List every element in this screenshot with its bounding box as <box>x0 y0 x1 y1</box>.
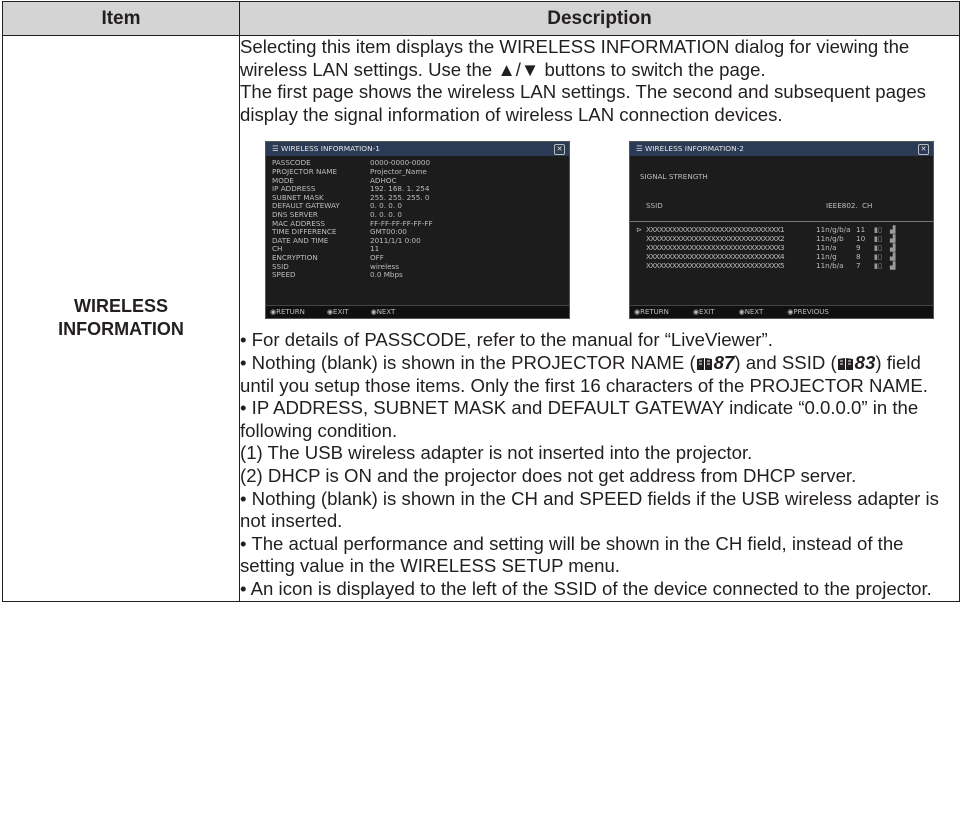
table-row: WIRELESS INFORMATION Selecting this item… <box>2 35 960 602</box>
header-row: Item Description <box>2 1 960 36</box>
osd-return: ◉RETURN <box>634 308 669 317</box>
osd-title-bar: ☰ WIRELESS INFORMATION-2 ✕ <box>630 142 933 157</box>
note-ip-address: • IP ADDRESS, SUBNET MASK and DEFAULT GA… <box>240 397 919 441</box>
osd-wireless-information-2: ☰ WIRELESS INFORMATION-2 ✕ SIGNAL STRENG… <box>629 141 934 320</box>
list-item: XXXXXXXXXXXXXXXXXXXXXXXXXXXXXXX3 11n/a 9… <box>630 243 933 252</box>
osd-value: Projector_Name <box>370 166 427 176</box>
note-projector-name: • Nothing (blank) is shown in the PROJEC… <box>240 351 928 396</box>
osd-next: ◉NEXT <box>738 308 764 317</box>
page-ref-87: 87 <box>713 351 735 373</box>
description-cell: Selecting this item displays the WIRELES… <box>239 35 960 602</box>
osd-title: WIRELESS INFORMATION-2 <box>644 144 744 154</box>
signal-bars-icon: ▮▯ <box>874 260 882 270</box>
connected-icon: ⊳ <box>636 224 643 234</box>
item-name-line1: WIRELESS <box>73 296 168 317</box>
signal-level-icon: ▟ <box>890 233 896 243</box>
osd-exit: ◉EXIT <box>692 308 715 317</box>
signal-level-icon: ▟ <box>890 224 896 234</box>
list-item: ⊳ XXXXXXXXXXXXXXXXXXXXXXXXXXXXXXX1 11n/g… <box>630 225 933 234</box>
col-ssid: SSID <box>646 200 663 210</box>
note-ch-speed: • Nothing (blank) is shown in the CH and… <box>240 487 939 532</box>
note-condition-2: (2) DHCP is ON and the projector does no… <box>240 464 857 486</box>
list-item: XXXXXXXXXXXXXXXXXXXXXXXXXXXXXXX5 11n/b/a… <box>630 261 933 270</box>
col-ieee: IEEE802. <box>826 200 858 210</box>
osd-title-bar: ☰ WIRELESS INFORMATION-1 ✕ <box>266 142 569 157</box>
osd-previous: ◉PREVIOUS <box>787 308 829 317</box>
signal-level-icon: ▟ <box>890 242 896 252</box>
list-item: XXXXXXXXXXXXXXXXXXXXXXXXXXXXXXX4 11n/g 8… <box>630 252 933 261</box>
osd-wireless-information-1: ☰ WIRELESS INFORMATION-1 ✕ PASSCODE 0000-… <box>265 141 570 320</box>
signal-level-icon: ▟ <box>890 260 896 270</box>
manual-table: Item Description WIRELESS INFORMATION Se… <box>2 1 960 602</box>
header-item: Item <box>2 1 240 36</box>
signal-level-icon: ▟ <box>890 251 896 261</box>
osd-value: 2011/1/1 0:00 <box>370 235 421 245</box>
signal-strength-label: SIGNAL STRENGTH <box>640 172 708 182</box>
osd-menu-icon: ☰ <box>636 144 645 154</box>
osd-key: DATE AND TIME <box>272 235 329 245</box>
close-icon: ✕ <box>918 144 929 156</box>
osd-footer: ◉RETURN ◉EXIT ◉NEXT ◉PREVIOUS <box>630 305 933 319</box>
signal-table-header: SSID IEEE802. CH <box>630 193 933 222</box>
close-icon: ✕ <box>554 144 565 156</box>
note-condition-1: (1) The USB wireless adapter is not inse… <box>240 442 753 464</box>
osd-exit: ◉EXIT <box>326 308 349 317</box>
book-icon <box>696 357 712 370</box>
page-ref-83: 83 <box>854 351 876 373</box>
signal-bars-icon: ▮▯ <box>874 251 882 261</box>
item-cell: WIRELESS INFORMATION <box>2 35 240 602</box>
osd-value: 0.0 Mbps <box>370 270 403 280</box>
list-item: XXXXXXXXXXXXXXXXXXXXXXXXXXXXXXX2 11n/g/b… <box>630 234 933 243</box>
osd-key: SPEED <box>272 270 296 280</box>
screenshots: ☰ WIRELESS INFORMATION-1 ✕ PASSCODE 0000-… <box>240 126 959 329</box>
osd-footer: ◉RETURN ◉EXIT ◉NEXT <box>266 305 569 319</box>
note-icon: • An icon is displayed to the left of th… <box>240 577 932 599</box>
osd-menu-icon: ☰ <box>272 144 281 154</box>
osd-return: ◉RETURN <box>270 308 305 317</box>
signal-list: ⊳ XXXXXXXXXXXXXXXXXXXXXXXXXXXXXXX1 11n/g… <box>630 222 933 270</box>
osd-next: ◉NEXT <box>370 308 396 317</box>
intro-paragraph-2: The first page shows the wireless LAN se… <box>240 81 926 125</box>
col-ch: CH <box>862 200 873 210</box>
osd-settings-list: PASSCODE 0000-0000-0000 PROJECTOR NAME Pro… <box>266 156 569 279</box>
note-passcode: • For details of PASSCODE, refer to the … <box>240 329 773 351</box>
intro-paragraph-1: Selecting this item displays the WIRELES… <box>240 36 910 80</box>
book-icon <box>837 357 853 370</box>
osd-title: WIRELESS INFORMATION-1 <box>280 144 380 154</box>
osd-value: 11 <box>370 244 380 254</box>
signal-bars-icon: ▮▯ <box>874 242 882 252</box>
header-description: Description <box>239 1 960 36</box>
signal-bars-icon: ▮▯ <box>874 224 882 234</box>
signal-bars-icon: ▮▯ <box>874 233 882 243</box>
item-name-line2: INFORMATION <box>58 319 184 340</box>
note-ch-field: • The actual performance and setting wil… <box>240 532 904 577</box>
